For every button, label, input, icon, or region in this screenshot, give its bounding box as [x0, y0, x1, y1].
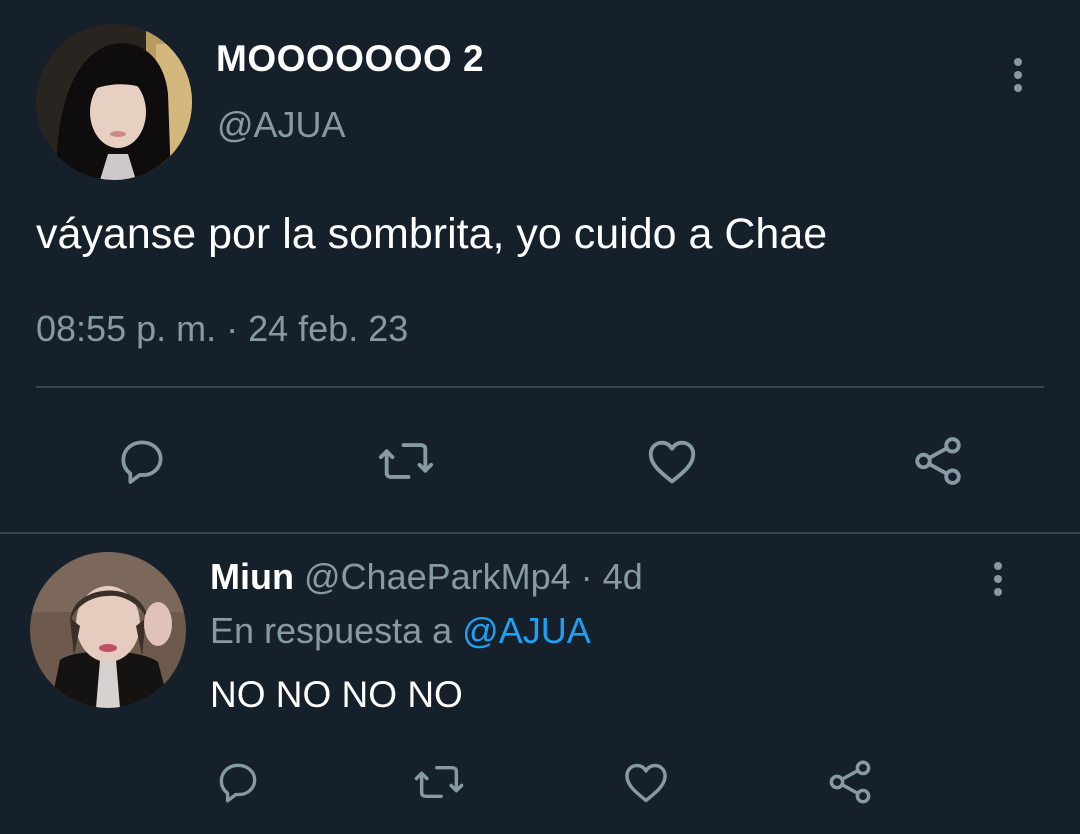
reply-age[interactable]: 4d: [603, 556, 643, 597]
reply-icon: [219, 763, 257, 803]
retweet-button[interactable]: [372, 428, 440, 494]
retweet-icon: [378, 443, 434, 479]
reply-more-options-icon[interactable]: [988, 562, 1008, 596]
like-icon: [648, 440, 696, 484]
tweet-timestamp[interactable]: 08:55 p. m. · 24 feb. 23: [36, 308, 408, 350]
reply-like-button[interactable]: [616, 752, 676, 812]
reply-reply-button[interactable]: [208, 752, 268, 812]
reply-context: En respuesta a @AJUA: [210, 610, 591, 652]
retweet-icon: [414, 765, 464, 799]
reply-share-button[interactable]: [820, 752, 880, 812]
divider: [36, 386, 1044, 388]
author-display-name[interactable]: MOOOOOOO 2: [216, 38, 484, 80]
reply-button[interactable]: [108, 428, 176, 494]
section-divider: [0, 532, 1080, 534]
like-icon: [625, 763, 667, 803]
reply-icon: [121, 440, 163, 484]
reply-context-mention[interactable]: @AJUA: [462, 610, 591, 651]
like-button[interactable]: [638, 428, 706, 494]
more-options-icon[interactable]: [1008, 58, 1028, 92]
author-avatar[interactable]: [36, 24, 192, 180]
author-handle[interactable]: @AJUA: [217, 104, 346, 146]
tweet-text: váyanse por la sombrita, yo cuido a Chae: [36, 210, 828, 258]
reply-author-handle[interactable]: @ChaeParkMp4: [304, 556, 571, 597]
reply-context-prefix: En respuesta a: [210, 610, 463, 651]
reply-text: NO NO NO NO: [210, 674, 463, 715]
share-icon: [915, 437, 961, 485]
share-button[interactable]: [904, 428, 972, 494]
reply-author-display-name[interactable]: Miun: [210, 556, 294, 597]
reply-separator: ·: [570, 556, 603, 597]
reply-retweet-button[interactable]: [408, 752, 470, 812]
reply-author-avatar[interactable]: [30, 552, 186, 708]
share-icon: [829, 760, 871, 804]
reply-header: Miun @ChaeParkMp4 · 4d: [210, 556, 643, 598]
